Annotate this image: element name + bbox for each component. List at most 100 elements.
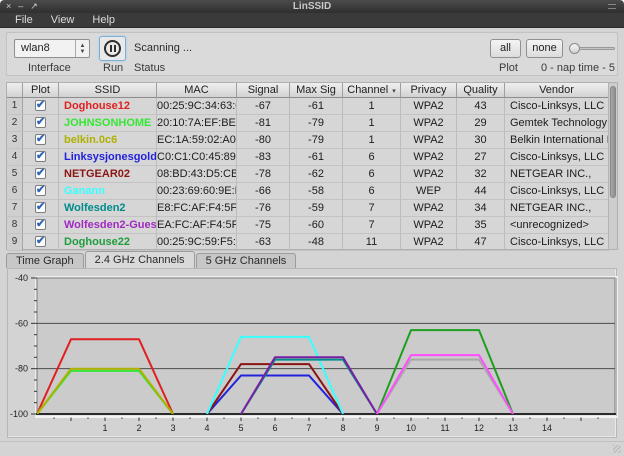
signal-cell: -83 — [237, 149, 290, 166]
ssid-table: PlotSSIDMACSignalMax SigChannel▾PrivacyQ… — [6, 82, 618, 250]
table-header-signal[interactable]: Signal — [237, 83, 290, 98]
plot-cell: ✔ — [23, 132, 59, 149]
chart-svg: -40-60-80-1001234567891011121314 — [8, 269, 618, 439]
resize-grip-icon[interactable] — [613, 445, 621, 453]
table-header-plot[interactable]: Plot — [23, 83, 59, 98]
mac-cell: 08:BD:43:D5:CB:03 — [157, 166, 237, 183]
plot-none-button[interactable]: none — [526, 39, 563, 58]
run-toggle-button[interactable] — [99, 36, 126, 61]
plot-cell: ✔ — [23, 183, 59, 200]
privacy-cell: WPA2 — [401, 217, 457, 234]
check-icon: ✔ — [36, 149, 45, 164]
vendor-cell: Cisco-Linksys, LLC — [505, 98, 609, 115]
mac-cell: 00:23:69:60:9E:DB — [157, 183, 237, 200]
signal-cell: -75 — [237, 217, 290, 234]
table-header-privacy[interactable]: Privacy — [401, 83, 457, 98]
vendor-cell: Gemtek Technology C... — [505, 115, 609, 132]
svg-text:5: 5 — [238, 423, 243, 433]
mac-cell: EC:1A:59:02:A0:C6 — [157, 132, 237, 149]
svg-text:3: 3 — [170, 423, 175, 433]
vendor-cell: Cisco-Linksys, LLC — [505, 234, 609, 251]
plot-checkbox[interactable]: ✔ — [35, 134, 46, 145]
spinner-arrows-icon[interactable]: ▲▼ — [75, 40, 89, 57]
tab-5-ghz-channels[interactable]: 5 GHz Channels — [196, 253, 297, 268]
plot-checkbox[interactable]: ✔ — [35, 219, 46, 230]
plot-checkbox[interactable]: ✔ — [35, 168, 46, 179]
plot-checkbox[interactable]: ✔ — [35, 117, 46, 128]
menu-item-help[interactable]: Help — [83, 13, 124, 28]
interface-select[interactable]: wlan8 ▲▼ — [14, 39, 90, 58]
table-row[interactable]: 3✔belkin.0c6EC:1A:59:02:A0:C6-80-791WPA2… — [7, 132, 609, 149]
menu-bar: FileViewHelp — [0, 13, 624, 28]
max-sig-cell: -59 — [290, 200, 343, 217]
plot-checkbox[interactable]: ✔ — [35, 100, 46, 111]
ssid-cell: NETGEAR02 — [59, 166, 157, 183]
svg-text:-40: -40 — [15, 273, 28, 283]
graph-tab-bar: Time Graph2.4 GHz Channels5 GHz Channels — [6, 251, 297, 268]
plot-checkbox[interactable]: ✔ — [35, 185, 46, 196]
table-header-corner[interactable] — [7, 83, 23, 98]
scrollbar-thumb[interactable] — [610, 86, 616, 198]
svg-text:13: 13 — [508, 423, 518, 433]
mac-cell: C0:C1:C0:45:89:F8 — [157, 149, 237, 166]
table-header-vendor[interactable]: Vendor — [505, 83, 609, 98]
max-sig-cell: -48 — [290, 234, 343, 251]
table-row[interactable]: 9✔Doghouse2200:25:9C:59:F5:FC-63-4811WPA… — [7, 234, 609, 251]
quality-cell: 29 — [457, 115, 505, 132]
max-sig-cell: -79 — [290, 115, 343, 132]
plot-checkbox[interactable]: ✔ — [35, 202, 46, 213]
privacy-cell: WPA2 — [401, 98, 457, 115]
toolbar-panel: wlan8 ▲▼ Scanning ... Interface Run Stat… — [6, 32, 618, 76]
vendor-cell: NETGEAR INC., — [505, 166, 609, 183]
channel-cell: 6 — [343, 183, 401, 200]
tab-time-graph[interactable]: Time Graph — [6, 253, 84, 268]
svg-text:2: 2 — [136, 423, 141, 433]
tab-2-4-ghz-channels[interactable]: 2.4 GHz Channels — [85, 251, 195, 268]
max-sig-cell: -60 — [290, 217, 343, 234]
signal-cell: -76 — [237, 200, 290, 217]
signal-cell: -80 — [237, 132, 290, 149]
ssid-cell: Ganann — [59, 183, 157, 200]
table-header-ssid[interactable]: SSID — [59, 83, 157, 98]
table-header-mac[interactable]: MAC — [157, 83, 237, 98]
window-shade-icon[interactable] — [608, 4, 616, 9]
table-row[interactable]: 6✔Ganann00:23:69:60:9E:DB-66-586WEP44Cis… — [7, 183, 609, 200]
plot-cell: ✔ — [23, 115, 59, 132]
privacy-cell: WPA2 — [401, 132, 457, 149]
privacy-cell: WPA2 — [401, 234, 457, 251]
max-sig-cell: -61 — [290, 149, 343, 166]
table-row[interactable]: 1✔Doghouse1200:25:9C:34:63:06-67-611WPA2… — [7, 98, 609, 115]
table-scrollbar[interactable] — [608, 83, 617, 249]
title-bar: × – ↗ LinSSID — [0, 0, 624, 13]
svg-text:9: 9 — [374, 423, 379, 433]
table-header-channel[interactable]: Channel▾ — [343, 83, 401, 98]
row-number: 3 — [7, 132, 23, 149]
svg-text:8: 8 — [340, 423, 345, 433]
slider-handle[interactable] — [569, 43, 580, 54]
menu-item-view[interactable]: View — [42, 13, 84, 28]
menu-item-file[interactable]: File — [6, 13, 42, 28]
mac-cell: 00:25:9C:59:F5:FC — [157, 234, 237, 251]
channel-cell: 1 — [343, 115, 401, 132]
mac-cell: EA:FC:AF:F4:5F:F0 — [157, 217, 237, 234]
row-number: 8 — [7, 217, 23, 234]
quality-cell: 44 — [457, 183, 505, 200]
svg-text:1: 1 — [102, 423, 107, 433]
check-icon: ✔ — [36, 183, 45, 198]
plot-checkbox[interactable]: ✔ — [35, 151, 46, 162]
ssid-table-grid: PlotSSIDMACSignalMax SigChannel▾PrivacyQ… — [7, 83, 609, 251]
plot-all-button[interactable]: all — [490, 39, 521, 58]
row-number: 9 — [7, 234, 23, 251]
table-row[interactable]: 5✔NETGEAR0208:BD:43:D5:CB:03-78-626WPA23… — [7, 166, 609, 183]
table-header-max-sig[interactable]: Max Sig — [290, 83, 343, 98]
nap-time-slider[interactable] — [570, 47, 615, 50]
table-row[interactable]: 7✔Wolfesden2E8:FC:AF:F4:5F:EF-76-597WPA2… — [7, 200, 609, 217]
table-row[interactable]: 4✔LinksysjonesgoldrouterC0:C1:C0:45:89:F… — [7, 149, 609, 166]
table-row[interactable]: 8✔Wolfesden2-GuestEA:FC:AF:F4:5F:F0-75-6… — [7, 217, 609, 234]
signal-cell: -66 — [237, 183, 290, 200]
check-icon: ✔ — [36, 166, 45, 181]
ssid-cell: JOHNSONHOME — [59, 115, 157, 132]
table-row[interactable]: 2✔JOHNSONHOME20:10:7A:EF:BE:EF-81-791WPA… — [7, 115, 609, 132]
table-header-quality[interactable]: Quality — [457, 83, 505, 98]
plot-checkbox[interactable]: ✔ — [35, 236, 46, 247]
